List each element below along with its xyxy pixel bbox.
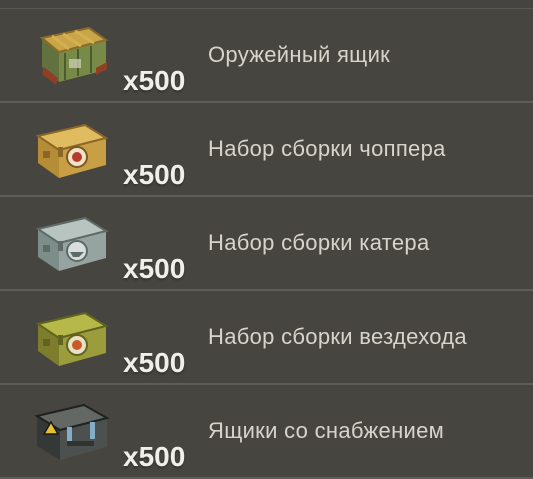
item-label: Оружейный ящик — [208, 42, 391, 67]
item-quantity: x500 — [123, 65, 186, 96]
item-label: Набор сборки вездехода — [208, 324, 467, 349]
reward-row-chopper-kit: x500 Набор сборки чоппера — [0, 103, 533, 197]
weapon-crate-icon — [34, 22, 112, 92]
reward-row-weapon-crate: x500 Оружейный ящик — [0, 9, 533, 103]
boat-kit-box-icon — [34, 210, 112, 280]
item-quantity: x500 — [123, 347, 186, 378]
item-label: Набор сборки чоппера — [208, 136, 446, 161]
reward-item-list: x500 Оружейный ящик x500 Набор сборки чо… — [0, 0, 533, 479]
item-label: Набор сборки катера — [208, 230, 430, 255]
atv-kit-box-icon — [34, 304, 112, 374]
chopper-kit-box-icon — [34, 116, 112, 186]
item-label: Ящики со снабжением — [208, 418, 445, 443]
supply-case-icon — [34, 398, 112, 468]
reward-row-supply-case: x500 Ящики со снабжением — [0, 385, 533, 479]
item-quantity: x500 — [123, 253, 186, 284]
reward-row-atv-kit: x500 Набор сборки вездехода — [0, 291, 533, 385]
item-quantity: x500 — [123, 441, 186, 472]
reward-row-boat-kit: x500 Набор сборки катера — [0, 197, 533, 291]
item-quantity: x500 — [123, 159, 186, 190]
